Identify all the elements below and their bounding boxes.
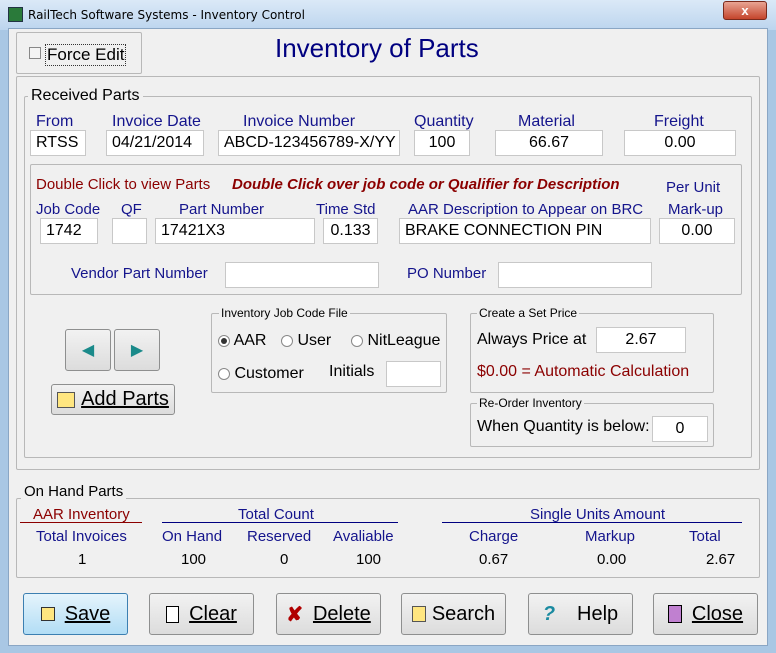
radio-user[interactable]: User (281, 332, 331, 350)
single-units-underline (442, 522, 742, 523)
save-icon (40, 607, 55, 621)
help-question-icon: ? (542, 602, 556, 625)
blank-page-icon (166, 605, 180, 623)
reserved-value: 0 (280, 551, 289, 568)
reorder-label: Re-Order Inventory (477, 396, 584, 410)
job-code-file-label: Inventory Job Code File (219, 306, 350, 320)
po-number-field[interactable] (498, 262, 652, 288)
initials-label: Initials (329, 363, 375, 380)
add-parts-label: Add Parts (81, 388, 169, 410)
markup-value: 0.00 (597, 551, 627, 568)
time-std-label: Time Std (316, 201, 376, 218)
radio-nitleague[interactable]: NitLeague (351, 332, 440, 350)
double-click-hint: Double Click to view Parts (36, 176, 211, 193)
total-invoices-header: Total Invoices (36, 528, 127, 545)
initials-field[interactable] (386, 361, 441, 387)
invoice-number-field[interactable]: ABCD-123456789-X/YY (218, 130, 400, 156)
previous-button[interactable]: ◀ (65, 329, 111, 371)
time-std-field[interactable]: 0.133 (323, 218, 378, 244)
invoice-date-field[interactable]: 04/21/2014 (106, 130, 204, 156)
always-price-field[interactable]: 2.67 (596, 327, 686, 353)
delete-x-icon: ✘ (286, 603, 303, 626)
invoice-number-label: Invoice Number (243, 113, 356, 130)
next-button[interactable]: ▶ (114, 329, 160, 371)
reorder-when-label: When Quantity is below: (477, 418, 650, 435)
page-title: Inventory of Parts (275, 33, 479, 63)
per-unit-label: Per Unit (666, 179, 721, 196)
job-code-hint: Double Click over job code or Qualifier … (232, 176, 620, 193)
from-field[interactable]: RTSS (30, 130, 86, 156)
search-flashlight-icon (411, 606, 426, 622)
aar-description-label: AAR Description to Appear on BRC (408, 201, 644, 218)
save-button[interactable]: Save (23, 593, 128, 635)
markup-field[interactable]: 0.00 (659, 218, 735, 244)
force-edit-checkbox[interactable] (29, 47, 41, 59)
delete-button[interactable]: ✘ Delete (276, 593, 381, 635)
material-field[interactable]: 66.67 (495, 130, 603, 156)
app-icon (8, 7, 23, 22)
reorder-quantity-field[interactable]: 0 (652, 416, 708, 442)
freight-label: Freight (654, 113, 704, 130)
job-code-label: Job Code (36, 201, 101, 218)
po-number-label: PO Number (407, 265, 487, 282)
add-table-icon (57, 391, 76, 408)
on-hand-value: 100 (181, 551, 207, 568)
set-price-group (470, 313, 714, 393)
close-button[interactable]: Close (653, 593, 758, 635)
markup-label: Mark-up (668, 201, 724, 218)
total-value: 2.67 (706, 551, 736, 568)
aar-inventory-heading: AAR Inventory (33, 506, 130, 523)
window-close-button[interactable]: x (723, 1, 767, 20)
total-count-underline (162, 522, 398, 523)
available-header: Avaliable (333, 528, 394, 545)
on-hand-label: On Hand Parts (21, 483, 127, 500)
charge-header: Charge (469, 528, 519, 545)
window-title: RailTech Software Systems - Inventory Co… (28, 8, 305, 22)
total-header: Total (689, 528, 721, 545)
vendor-part-number-field[interactable] (225, 262, 379, 288)
available-value: 100 (356, 551, 382, 568)
automatic-calculation-note: $0.00 = Automatic Calculation (477, 363, 690, 380)
exit-door-icon (667, 605, 682, 623)
single-units-heading: Single Units Amount (530, 506, 666, 523)
material-label: Material (518, 113, 575, 130)
set-price-label: Create a Set Price (477, 306, 580, 320)
charge-value: 0.67 (479, 551, 509, 568)
part-number-label: Part Number (179, 201, 265, 218)
total-count-heading: Total Count (238, 506, 314, 523)
search-button[interactable]: Search (401, 593, 506, 635)
aar-description-field[interactable]: BRAKE CONNECTION PIN (399, 218, 651, 244)
always-price-label: Always Price at (477, 331, 587, 348)
quantity-field[interactable]: 100 (414, 130, 470, 156)
reserved-header: Reserved (247, 528, 312, 545)
received-parts-label: Received Parts (28, 87, 143, 105)
invoice-date-label: Invoice Date (112, 113, 201, 130)
quantity-label: Quantity (414, 113, 474, 130)
force-edit-label[interactable]: Force Edit (45, 44, 127, 66)
total-invoices-value: 1 (78, 551, 87, 568)
add-parts-button[interactable]: Add Parts (51, 384, 175, 415)
part-number-field[interactable]: 17421X3 (155, 218, 315, 244)
radio-aar[interactable]: AAR (218, 332, 266, 350)
freight-field[interactable]: 0.00 (624, 130, 736, 156)
clear-button[interactable]: Clear (149, 593, 254, 635)
aar-inventory-underline (20, 522, 142, 523)
arrow-left-icon: ◀ (81, 342, 95, 359)
radio-customer[interactable]: Customer (218, 365, 304, 383)
vendor-part-number-label: Vendor Part Number (71, 265, 208, 282)
qf-field[interactable] (112, 218, 147, 244)
help-button[interactable]: ? Help (528, 593, 633, 635)
from-label: From (36, 113, 74, 130)
job-code-field[interactable]: 1742 (40, 218, 98, 244)
on-hand-header: On Hand (162, 528, 223, 545)
arrow-right-icon: ▶ (130, 342, 144, 359)
qf-label: QF (121, 201, 142, 218)
markup-header: Markup (585, 528, 636, 545)
